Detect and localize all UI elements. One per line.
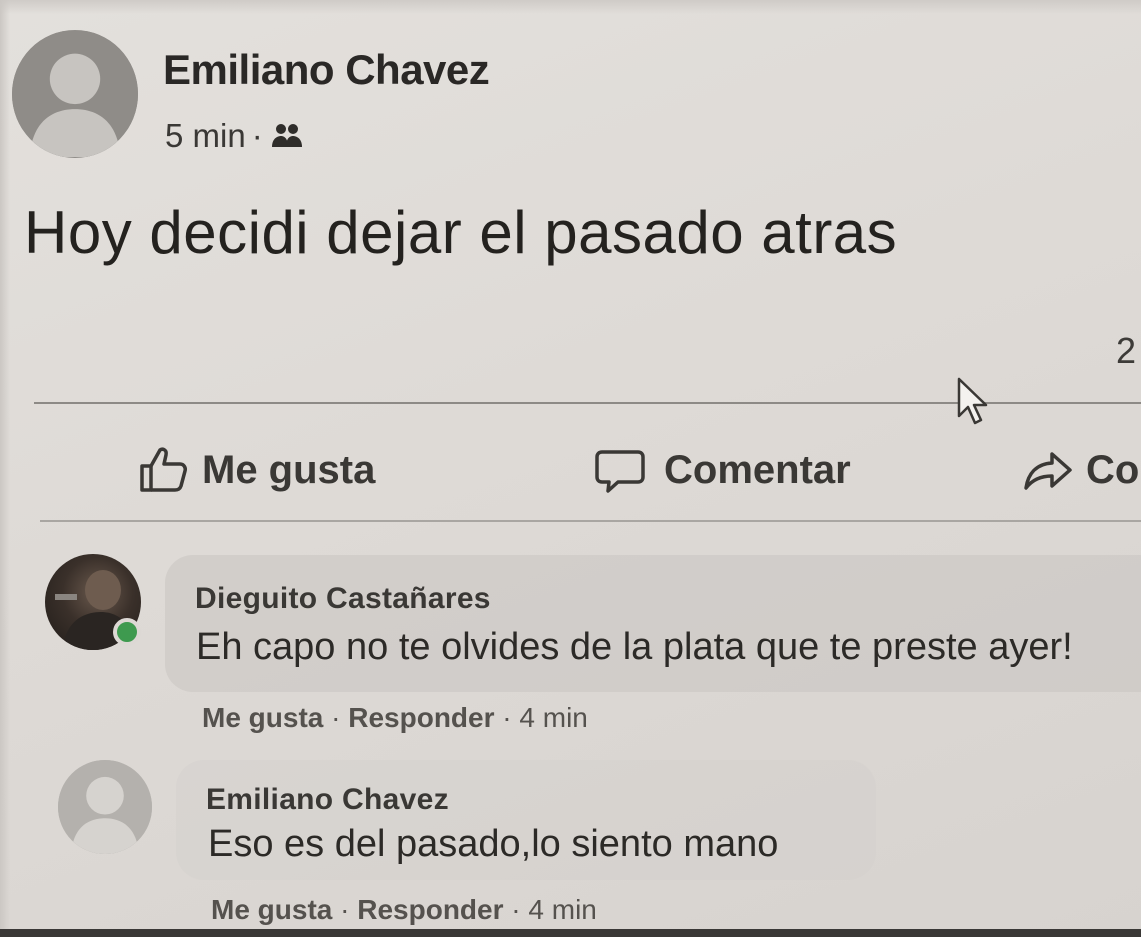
author-avatar[interactable] [12, 30, 138, 158]
comment-actions: Me gusta · Responder · 4 min [211, 894, 597, 926]
thumbs-up-icon [140, 447, 187, 492]
divider [40, 520, 1141, 522]
like-button[interactable]: Me gusta [138, 440, 375, 500]
comment-label: Comentar [664, 447, 851, 492]
commenter-avatar[interactable] [58, 760, 152, 854]
screen-edge [0, 0, 1141, 14]
separator: · [502, 702, 520, 733]
post-text: Hoy decidi dejar el pasado atras [24, 199, 898, 266]
default-profile-icon [58, 760, 152, 854]
like-label: Me gusta [202, 447, 376, 492]
post-time[interactable]: 5 min [165, 117, 246, 155]
comment-author-name[interactable]: Dieguito Castañares [195, 582, 491, 616]
comment-time[interactable]: 4 min [528, 894, 596, 925]
share-arrow-icon [1024, 452, 1072, 490]
comment-author-name[interactable]: Emiliano Chavez [206, 783, 449, 817]
share-button[interactable]: Co [1022, 440, 1139, 500]
screen-edge [0, 0, 10, 937]
reaction-count[interactable]: 2 [1116, 330, 1136, 372]
comment-actions: Me gusta · Responder · 4 min [202, 702, 588, 734]
comment-time[interactable]: 4 min [519, 702, 587, 733]
comment-icon [595, 450, 645, 493]
comment-text: Eso es del pasado,lo siento mano [208, 823, 779, 865]
screen-edge [0, 929, 1141, 937]
comment-text: Eh capo no te olvides de la plata que te… [196, 626, 1073, 668]
friends-icon[interactable] [269, 121, 305, 151]
post-meta: 5 min · [165, 117, 305, 155]
meta-separator: · [251, 117, 263, 154]
separator: · [331, 702, 349, 733]
comment-reply-button[interactable]: Responder [348, 702, 494, 733]
comment-button[interactable]: Comentar [594, 440, 851, 500]
comment-like-button[interactable]: Me gusta [211, 894, 332, 925]
post-author-name[interactable]: Emiliano Chavez [163, 46, 490, 94]
comment-bubble [165, 555, 1141, 692]
comment-reply-button[interactable]: Responder [357, 894, 503, 925]
separator: · [340, 894, 358, 925]
online-status-badge [113, 618, 141, 646]
share-label: Co [1086, 447, 1140, 492]
comment-like-button[interactable]: Me gusta [202, 702, 323, 733]
separator: · [511, 894, 529, 925]
default-profile-icon [12, 31, 138, 157]
mouse-cursor-icon [955, 376, 991, 428]
